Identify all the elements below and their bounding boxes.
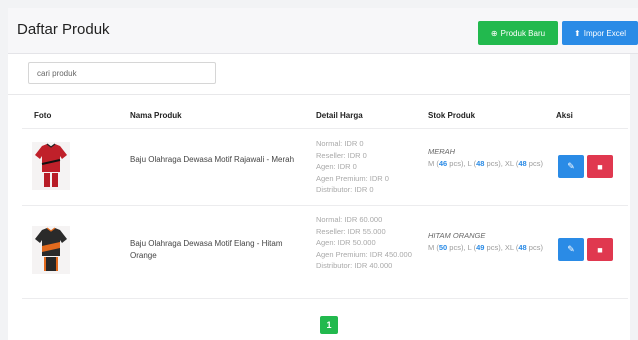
stock-details: HITAM ORANGE M (50 pcs), L (49 pcs), XL …	[428, 230, 550, 253]
column-header-price: Detail Harga	[316, 111, 363, 120]
pagination-page-1[interactable]: 1	[320, 316, 338, 334]
search-input[interactable]: cari produk	[28, 62, 216, 84]
price-agent-premium: Agen Premium: IDR 450.000	[316, 249, 412, 259]
trash-icon: ■	[597, 161, 603, 172]
price-distributor: Distributor: IDR 40.000	[316, 261, 393, 270]
product-panel: cari produk Foto Nama Produk Detail Harg…	[8, 54, 630, 340]
column-header-name: Nama Produk	[130, 111, 182, 120]
price-details: Normal: IDR 60.000 Reseller: IDR 55.000 …	[316, 214, 412, 272]
header-row-line	[22, 128, 628, 129]
stock-color: HITAM ORANGE	[428, 231, 486, 240]
upload-icon: ⬆	[574, 28, 581, 38]
row-line	[22, 298, 628, 299]
page-header: Daftar Produk ⊕ Produk Baru ⬆ Impor Exce…	[8, 8, 638, 54]
search-placeholder: cari produk	[37, 68, 77, 78]
stock-xl: 48	[518, 243, 527, 252]
edit-button[interactable]: ✎	[558, 155, 584, 178]
product-name: Baju Olahraga Dewasa Motif Elang - Hitam…	[130, 239, 283, 260]
column-header-stock: Stok Produk	[428, 111, 476, 120]
stock-details: MERAH M (46 pcs), L (48 pcs), XL (48 pcs…	[428, 146, 550, 169]
shirt-image	[35, 143, 67, 187]
stock-l: 49	[476, 243, 485, 252]
delete-button[interactable]: ■	[587, 155, 613, 178]
trash-icon: ■	[597, 244, 603, 255]
import-excel-label: Impor Excel	[583, 28, 626, 38]
stock-m: 50	[438, 243, 448, 252]
column-header-photo: Foto	[34, 111, 52, 120]
price-agent-premium: Agen Premium: IDR 0	[316, 173, 389, 183]
new-product-label: Produk Baru	[500, 28, 546, 38]
product-photo[interactable]	[32, 142, 70, 190]
edit-button[interactable]: ✎	[558, 238, 584, 261]
row-line	[22, 205, 628, 206]
plus-circle-icon: ⊕	[490, 28, 498, 38]
price-agent: Agen: IDR 50.000	[316, 238, 376, 247]
new-product-button[interactable]: ⊕ Produk Baru	[478, 21, 558, 45]
shirt-image	[35, 227, 67, 271]
price-normal: Normal: IDR 0	[316, 139, 364, 148]
column-header-action: Aksi	[556, 111, 573, 120]
pencil-icon: ✎	[567, 161, 575, 171]
price-details: Normal: IDR 0 Reseller: IDR 0 Agen: IDR …	[316, 138, 412, 196]
price-normal: Normal: IDR 60.000	[316, 215, 383, 224]
price-reseller: Reseller: IDR 0	[316, 150, 367, 160]
stock-l: 48	[476, 159, 485, 168]
price-distributor: Distributor: IDR 0	[316, 185, 374, 194]
pencil-icon: ✎	[567, 244, 575, 254]
import-excel-button[interactable]: ⬆ Impor Excel	[562, 21, 638, 45]
divider	[8, 94, 630, 95]
stock-color: MERAH	[428, 147, 456, 156]
page-title: Daftar Produk	[17, 21, 110, 38]
stock-xl: 48	[518, 159, 527, 168]
price-reseller: Reseller: IDR 55.000	[316, 226, 386, 236]
delete-button[interactable]: ■	[587, 238, 613, 261]
product-name: Baju Olahraga Dewasa Motif Rajawali - Me…	[130, 155, 295, 164]
price-agent: Agen: IDR 0	[316, 162, 357, 171]
product-photo[interactable]	[32, 226, 70, 274]
stock-m: 46	[438, 159, 448, 168]
